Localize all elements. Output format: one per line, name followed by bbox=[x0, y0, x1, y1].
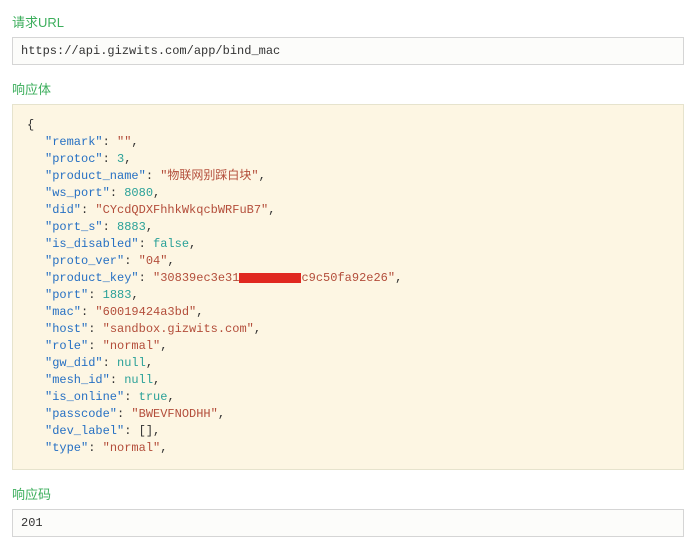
json-val-did: "CYcdQDXFhhkWkqcbWRFuB7" bbox=[95, 203, 268, 217]
json-val-product-key-post: c9c50fa92e26" bbox=[301, 271, 395, 285]
json-val-type: "normal" bbox=[103, 441, 161, 455]
json-key-product-key: "product_key" bbox=[45, 271, 139, 285]
json-key-protoc: "protoc" bbox=[45, 152, 103, 166]
json-val-is-online: true bbox=[139, 390, 168, 404]
json-key-mesh-id: "mesh_id" bbox=[45, 373, 110, 387]
json-open-brace: { bbox=[27, 118, 34, 132]
json-val-role: "normal" bbox=[103, 339, 161, 353]
json-key-mac: "mac" bbox=[45, 305, 81, 319]
json-key-dev-label: "dev_label" bbox=[45, 424, 124, 438]
json-key-host: "host" bbox=[45, 322, 88, 336]
json-val-host: "sandbox.gizwits.com" bbox=[103, 322, 254, 336]
json-key-gw-did: "gw_did" bbox=[45, 356, 103, 370]
response-body-title: 响应体 bbox=[12, 79, 684, 98]
request-url-title: 请求URL bbox=[12, 12, 684, 31]
redaction-bar bbox=[239, 273, 301, 283]
json-key-is-online: "is_online" bbox=[45, 390, 124, 404]
json-val-port: 1883 bbox=[103, 288, 132, 302]
json-val-is-disabled: false bbox=[153, 237, 189, 251]
json-key-proto-ver: "proto_ver" bbox=[45, 254, 124, 268]
json-key-ws-port: "ws_port" bbox=[45, 186, 110, 200]
json-val-product-key-pre: "30839ec3e31 bbox=[153, 271, 239, 285]
json-key-port-s: "port_s" bbox=[45, 220, 103, 234]
json-key-port: "port" bbox=[45, 288, 88, 302]
json-val-dev-label: [] bbox=[139, 424, 153, 438]
json-val-product-name: "物联网别踩白块" bbox=[160, 169, 258, 183]
json-val-ws-port: 8080 bbox=[124, 186, 153, 200]
json-val-remark: "" bbox=[117, 135, 131, 149]
json-val-proto-ver: "04" bbox=[139, 254, 168, 268]
json-val-passcode: "BWEVFNODHH" bbox=[131, 407, 217, 421]
json-key-role: "role" bbox=[45, 339, 88, 353]
json-key-is-disabled: "is_disabled" bbox=[45, 237, 139, 251]
json-val-port-s: 8883 bbox=[117, 220, 146, 234]
json-key-remark: "remark" bbox=[45, 135, 103, 149]
request-url-value: https://api.gizwits.com/app/bind_mac bbox=[12, 37, 684, 65]
json-key-type: "type" bbox=[45, 441, 88, 455]
json-key-product-name: "product_name" bbox=[45, 169, 146, 183]
json-key-did: "did" bbox=[45, 203, 81, 217]
json-val-mac: "60019424a3bd" bbox=[95, 305, 196, 319]
json-key-passcode: "passcode" bbox=[45, 407, 117, 421]
json-val-mesh-id: null bbox=[124, 373, 153, 387]
response-body-code: { "remark": "", "protoc": 3, "product_na… bbox=[12, 104, 684, 470]
json-val-gw-did: null bbox=[117, 356, 146, 370]
response-code-title: 响应码 bbox=[12, 484, 684, 503]
